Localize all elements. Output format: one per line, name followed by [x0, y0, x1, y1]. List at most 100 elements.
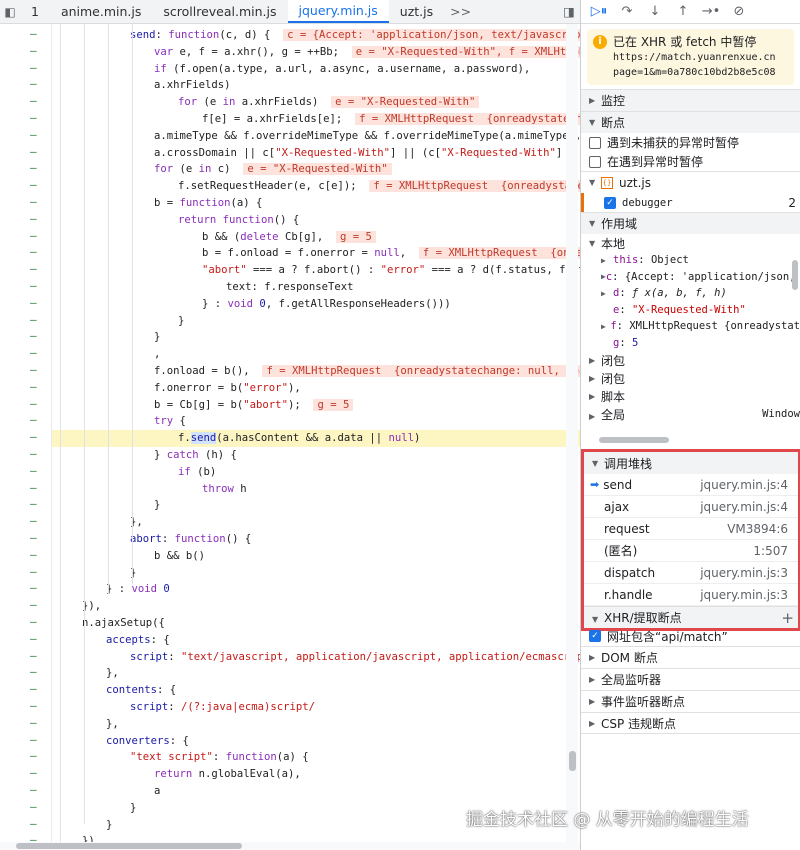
step-out-icon[interactable]: ↑ [671, 4, 695, 19]
gutter-marker[interactable]: – [30, 313, 37, 326]
gutter-marker[interactable]: – [30, 61, 37, 74]
gutter-marker[interactable]: – [30, 565, 37, 578]
code-line[interactable]: for (e in c) e = "X-Requested-With" [154, 161, 392, 178]
call-frame[interactable]: r.handle jquery.min.js:3 [584, 584, 798, 606]
gutter-marker[interactable]: – [30, 363, 37, 376]
code-line[interactable]: if (b) [178, 464, 216, 481]
frame-location[interactable]: VM3894:6 [727, 522, 788, 536]
code-line[interactable]: contents: { [106, 682, 176, 699]
call-frame[interactable]: ➡ send jquery.min.js:4 [584, 474, 798, 496]
code-line[interactable]: try { [154, 413, 186, 430]
breakpoint-entry[interactable]: ✓ debugger 2 [581, 193, 800, 212]
scope-local[interactable]: ▼ 本地 [581, 234, 800, 252]
scope-var-g[interactable]: g: 5 [581, 335, 800, 352]
code-line[interactable]: } : void 0, f.getAllResponseHeaders())) [202, 296, 451, 313]
deactivate-breakpoints-icon[interactable]: ⊘ [727, 4, 751, 19]
call-frame[interactable]: request VM3894:6 [584, 518, 798, 540]
tab-jquery[interactable]: jquery.min.js [287, 0, 389, 23]
code-line[interactable]: } [178, 313, 184, 330]
frame-location[interactable]: jquery.min.js:3 [700, 588, 788, 602]
gutter-marker[interactable]: – [30, 447, 37, 460]
code-line[interactable]: f.onerror = b("error"), [154, 380, 301, 397]
toggle-navigator-icon[interactable]: ◧ [0, 0, 20, 23]
code-line[interactable]: , [154, 346, 160, 363]
gutter-marker[interactable]: – [30, 733, 37, 746]
gutter-marker[interactable]: – [30, 145, 37, 158]
gutter-marker[interactable]: – [30, 178, 37, 191]
scope-horizontal-scrollbar[interactable] [595, 436, 785, 444]
gutter-marker[interactable]: – [30, 497, 37, 510]
code-line[interactable]: b = Cb[g] = b("abort"); g = 5 [154, 397, 354, 414]
gutter-marker[interactable]: – [30, 44, 37, 57]
code-line[interactable]: f.send(a.hasContent && a.data || null) [178, 430, 420, 447]
section-xhr-breakpoints[interactable]: ▼ XHR/提取断点 + [584, 606, 798, 628]
gutter-marker[interactable]: – [30, 783, 37, 796]
code-line[interactable]: var e, f = a.xhr(), g = ++Bb; e = "X-Req… [154, 44, 580, 61]
gutter-marker[interactable]: – [30, 682, 37, 695]
gutter-marker[interactable]: – [30, 346, 37, 359]
breakpoint-enabled-checkbox[interactable]: ✓ [604, 196, 616, 209]
frame-location[interactable]: jquery.min.js:4 [700, 500, 788, 514]
code-line[interactable]: } : void 0 [106, 581, 170, 598]
code-line[interactable]: b && (delete Cb[g], g = 5 [202, 229, 376, 246]
gutter-marker[interactable]: – [30, 430, 37, 443]
gutter-marker[interactable]: – [30, 397, 37, 410]
gutter-marker[interactable]: – [30, 649, 37, 662]
add-xhr-breakpoint-button[interactable]: + [781, 609, 794, 627]
gutter-marker[interactable]: – [30, 380, 37, 393]
call-frame[interactable]: dispatch jquery.min.js:3 [584, 562, 798, 584]
code-line[interactable]: f.setRequestHeader(e, c[e]); f = XMLHttp… [178, 178, 580, 195]
code-line[interactable]: }), [82, 833, 101, 842]
gutter-marker[interactable]: – [30, 833, 37, 842]
code-line[interactable]: b && b() [154, 548, 205, 565]
scope-var-f[interactable]: ▶ f: XMLHttpRequest {onreadystat [581, 318, 800, 335]
section-breakpoints[interactable]: ▼ 断点 [581, 111, 800, 133]
call-frame[interactable]: ajax jquery.min.js:4 [584, 496, 798, 518]
pause-caught-checkbox[interactable] [589, 155, 601, 168]
gutter-marker[interactable]: – [30, 195, 37, 208]
gutter-marker[interactable]: – [30, 27, 37, 40]
step-into-icon[interactable]: ↓ [643, 4, 667, 19]
gutter-marker[interactable]: – [30, 749, 37, 762]
code-editor[interactable]: – – – – – – – – – – – – – – – – – – – – – – – – – – – – – – – – – – – – – – – –… [0, 24, 580, 842]
code-line[interactable]: f[e] = a.xhrFields[e]; f = XMLHttpReques… [202, 111, 580, 128]
code-line[interactable]: for (e in a.xhrFields) e = "X-Requested-… [178, 94, 480, 111]
code-line[interactable]: } [106, 817, 112, 834]
gutter-marker[interactable]: – [30, 111, 37, 124]
code-line[interactable]: a.mimeType && f.overrideMimeType && f.ov… [154, 128, 580, 145]
tab-line-counter[interactable]: 1 [20, 0, 50, 23]
resume-icon[interactable]: ▷⏸ [587, 4, 611, 19]
gutter-marker[interactable]: – [30, 464, 37, 477]
editor-vertical-scroll-thumb[interactable] [569, 751, 576, 771]
tab-uzt[interactable]: uzt.js [389, 0, 444, 23]
gutter-marker[interactable]: – [30, 817, 37, 830]
code-line[interactable]: f.onload = b(), f = XMLHttpRequest {onre… [154, 363, 580, 380]
code-line[interactable]: return function() { [178, 212, 299, 229]
gutter-marker[interactable]: – [30, 262, 37, 275]
code-line[interactable]: "abort" === a ? f.abort() : "error" === … [202, 262, 580, 279]
code-line[interactable]: } [130, 800, 136, 817]
step-icon[interactable]: →• [699, 4, 723, 19]
gutter-marker[interactable]: – [30, 481, 37, 494]
section-global-listeners[interactable]: ▶ 全局监听器 [581, 668, 800, 690]
frame-location[interactable]: 1:507 [753, 544, 788, 558]
gutter-marker[interactable]: – [30, 245, 37, 258]
section-call-stack[interactable]: ▼ 调用堆栈 [584, 452, 798, 474]
gutter-marker[interactable]: – [30, 296, 37, 309]
gutter-marker[interactable]: – [30, 77, 37, 90]
code-line[interactable]: throw h [202, 481, 247, 498]
call-frame[interactable]: (匿名) 1:507 [584, 540, 798, 562]
code-line[interactable]: script: "text/javascript, application/ja… [130, 649, 580, 666]
section-dom-breakpoints[interactable]: ▶ DOM 断点 [581, 646, 800, 668]
line-gutter[interactable]: – – – – – – – – – – – – – – – – – – – – – – – – – – – – – – – – – – – – – – – –… [0, 24, 52, 842]
section-csp-breakpoints[interactable]: ▶ CSP 违规断点 [581, 712, 800, 734]
editor-vertical-scrollbar[interactable] [566, 24, 578, 842]
gutter-marker[interactable]: – [30, 632, 37, 645]
gutter-marker[interactable]: – [30, 548, 37, 561]
step-over-icon[interactable]: ↷ [615, 4, 639, 19]
gutter-marker[interactable]: – [30, 413, 37, 426]
gutter-marker[interactable]: – [30, 279, 37, 292]
code-line[interactable]: }, [106, 716, 119, 733]
code-line[interactable]: }, [106, 665, 119, 682]
scope-closure-2[interactable]: ▶ 闭包 [581, 369, 800, 387]
